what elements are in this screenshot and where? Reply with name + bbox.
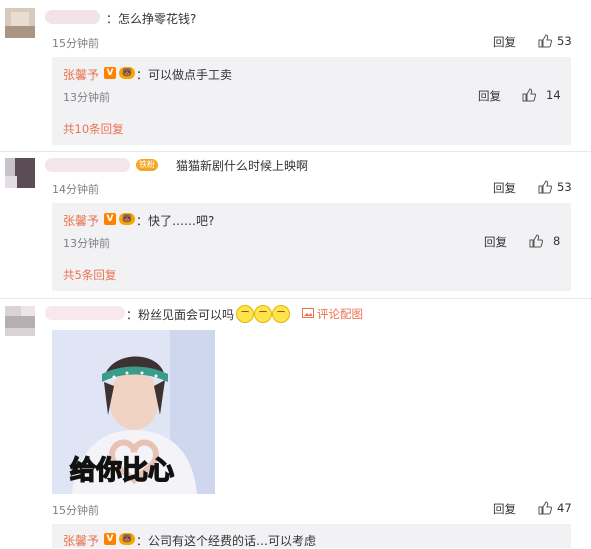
divider [0, 298, 591, 299]
like-count: 53 [557, 180, 572, 194]
comment-text: ：怎么挣零花钱? [106, 12, 197, 26]
like-count: 47 [557, 501, 572, 515]
reply-text: ：可以做点手工卖 [136, 68, 233, 82]
blurred-username [45, 10, 100, 24]
divider [0, 151, 591, 152]
like-count: 8 [553, 234, 561, 248]
like-icon[interactable] [538, 34, 552, 48]
reply-button[interactable]: 回复 [493, 501, 516, 517]
like-count: 53 [557, 34, 572, 48]
comment-time: 14分钟前 [52, 183, 99, 196]
vip-bear-icon: 🐻 [119, 67, 135, 79]
verified-badge: V [104, 67, 116, 79]
verified-badge: V [104, 213, 116, 225]
comment-text: ：粉丝见面会可以吗 [126, 308, 235, 322]
reply-text: ：公司有这个经费的话…可以考虑 [136, 534, 317, 548]
comment-image[interactable]: 给你比心 [52, 330, 215, 494]
reply-time: 13分钟前 [63, 91, 110, 104]
reply-button[interactable]: 回复 [484, 234, 507, 250]
commenter-avatar[interactable] [5, 158, 35, 188]
reply-author[interactable]: 张馨予 [63, 66, 99, 83]
commenter-avatar[interactable] [5, 8, 35, 38]
blurred-username [45, 158, 130, 172]
vip-bear-icon: 🐻 [119, 213, 135, 225]
vip-bear-icon: 🐻 [119, 533, 135, 545]
comment-image-link[interactable]: 评论配图 [317, 306, 363, 322]
more-replies-link[interactable]: 共10条回复 [63, 121, 124, 137]
like-icon[interactable] [538, 180, 552, 194]
reply-author[interactable]: 张馨予 [63, 532, 99, 549]
image-caption: 给你比心 [69, 455, 175, 487]
comment-text: 猫猫新剧什么时候上映啊 [176, 159, 309, 173]
reply-time: 13分钟前 [63, 237, 110, 250]
like-icon[interactable] [529, 234, 543, 248]
reply-text: ：快了……吧? [136, 214, 215, 228]
comment-time: 15分钟前 [52, 37, 99, 50]
smile-emoji-icon [236, 305, 254, 323]
blurred-username [45, 306, 125, 320]
like-icon[interactable] [538, 501, 552, 515]
reply-author[interactable]: 张馨予 [63, 212, 99, 229]
reply-button[interactable]: 回复 [493, 34, 516, 50]
commenter-avatar[interactable] [5, 306, 35, 336]
more-replies-link[interactable]: 共5条回复 [63, 267, 116, 283]
verified-badge: V [104, 533, 116, 545]
image-icon[interactable] [302, 307, 314, 319]
like-icon[interactable] [522, 88, 536, 102]
smile-emoji-icon [272, 305, 290, 323]
smile-emoji-icon [254, 305, 272, 323]
reply-button[interactable]: 回复 [478, 88, 501, 104]
comment-time: 15分钟前 [52, 504, 99, 517]
like-count: 14 [546, 88, 561, 102]
reply-button[interactable]: 回复 [493, 180, 516, 196]
fan-badge: 铁粉 [136, 159, 158, 171]
